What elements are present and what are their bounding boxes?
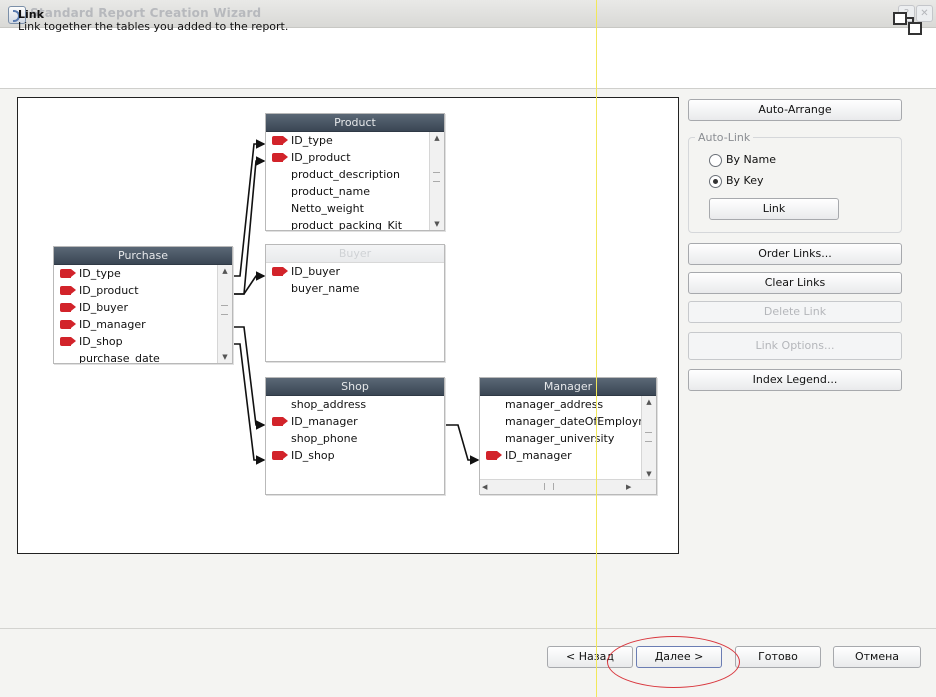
table-shop-title[interactable]: Shop bbox=[266, 378, 444, 396]
order-links-button[interactable]: Order Links... bbox=[688, 243, 902, 265]
field-shop-phone[interactable]: shop_phone bbox=[266, 430, 444, 447]
table-purchase-title[interactable]: Purchase bbox=[54, 247, 232, 265]
footer-separator bbox=[0, 628, 936, 629]
by-name-label[interactable]: By Name bbox=[726, 153, 776, 166]
clear-links-button[interactable]: Clear Links bbox=[688, 272, 902, 294]
key-icon bbox=[486, 451, 502, 460]
key-icon bbox=[272, 267, 288, 276]
table-manager-title[interactable]: Manager bbox=[480, 378, 656, 396]
finish-button[interactable]: Готово bbox=[735, 646, 821, 668]
scroll-down-icon[interactable]: ▼ bbox=[218, 351, 232, 363]
field-purchase-id-shop[interactable]: ID_shop bbox=[54, 333, 232, 350]
field-purchase-id-product[interactable]: ID_product bbox=[54, 282, 232, 299]
cancel-button[interactable]: Отмена bbox=[833, 646, 921, 668]
field-manager-address[interactable]: manager_address bbox=[480, 396, 642, 413]
key-icon bbox=[60, 286, 76, 295]
key-icon bbox=[272, 417, 288, 426]
auto-link-group-label: Auto-Link bbox=[695, 131, 754, 144]
table-product-scrollbar[interactable]: ▲ ▼ bbox=[429, 132, 444, 230]
table-purchase-scrollbar[interactable]: ▲ ▼ bbox=[217, 265, 232, 363]
field-product-netto-weight[interactable]: Netto_weight bbox=[266, 200, 444, 217]
scroll-up-icon[interactable]: ▲ bbox=[430, 132, 444, 144]
field-shop-address[interactable]: shop_address bbox=[266, 396, 444, 413]
key-icon bbox=[272, 153, 288, 162]
delete-link-button[interactable]: Delete Link bbox=[688, 301, 902, 323]
field-buyer-id-buyer[interactable]: ID_buyer bbox=[266, 263, 444, 280]
by-name-radio[interactable] bbox=[709, 154, 722, 167]
table-purchase[interactable]: Purchase ID_type ID_product ID_buyer ID_… bbox=[53, 246, 233, 364]
field-product-packing[interactable]: product_packing_Kit bbox=[266, 217, 444, 230]
field-product-description[interactable]: product_description bbox=[266, 166, 444, 183]
hscroll-thumb[interactable] bbox=[544, 483, 554, 490]
table-product-title[interactable]: Product bbox=[266, 114, 444, 132]
link-tables-icon bbox=[893, 12, 922, 35]
link-shop-manager-manager bbox=[442, 424, 480, 465]
link-purchase-buyer-buyer bbox=[232, 271, 266, 295]
scroll-right-icon[interactable]: ▶ bbox=[626, 480, 631, 494]
table-manager-hscrollbar[interactable]: ◀ ▶ bbox=[480, 479, 656, 494]
field-purchase-id-type[interactable]: ID_type bbox=[54, 265, 232, 282]
by-key-label[interactable]: By Key bbox=[726, 174, 764, 187]
field-manager-university[interactable]: manager_university bbox=[480, 430, 642, 447]
table-manager[interactable]: Manager manager_address manager_dateOfEm… bbox=[479, 377, 657, 495]
guide-line bbox=[596, 0, 597, 697]
table-product[interactable]: Product ID_type ID_product product_descr… bbox=[265, 113, 445, 231]
field-product-name[interactable]: product_name bbox=[266, 183, 444, 200]
by-key-radio[interactable] bbox=[709, 175, 722, 188]
link-button[interactable]: Link bbox=[709, 198, 839, 220]
link-purchase-product-product bbox=[232, 156, 266, 295]
next-button-highlight-circle bbox=[607, 636, 740, 688]
field-shop-id-shop[interactable]: ID_shop bbox=[266, 447, 444, 464]
scroll-thumb[interactable] bbox=[221, 305, 228, 315]
key-icon bbox=[60, 320, 76, 329]
scroll-thumb[interactable] bbox=[645, 432, 652, 442]
field-buyer-name[interactable]: buyer_name bbox=[266, 280, 444, 297]
link-options-button[interactable]: Link Options... bbox=[688, 332, 902, 360]
index-legend-button[interactable]: Index Legend... bbox=[688, 369, 902, 391]
window-title: Standard Report Creation Wizard bbox=[30, 6, 262, 20]
field-product-id-type[interactable]: ID_type bbox=[266, 132, 444, 149]
scroll-up-icon[interactable]: ▲ bbox=[642, 396, 656, 408]
field-purchase-date[interactable]: purchase_date bbox=[54, 350, 232, 363]
auto-arrange-button[interactable]: Auto-Arrange bbox=[688, 99, 902, 121]
table-manager-vscrollbar[interactable]: ▲ ▼ bbox=[641, 396, 656, 480]
field-shop-id-manager[interactable]: ID_manager bbox=[266, 413, 444, 430]
key-icon bbox=[60, 303, 76, 312]
scroll-up-icon[interactable]: ▲ bbox=[218, 265, 232, 277]
field-purchase-id-buyer[interactable]: ID_buyer bbox=[54, 299, 232, 316]
field-product-id-product[interactable]: ID_product bbox=[266, 149, 444, 166]
scroll-thumb[interactable] bbox=[433, 172, 440, 182]
table-buyer-title[interactable]: Buyer bbox=[266, 245, 444, 263]
link-diagram-canvas[interactable]: Product ID_type ID_product product_descr… bbox=[17, 97, 679, 554]
wizard-header bbox=[0, 28, 936, 89]
key-icon bbox=[60, 337, 76, 346]
field-manager-id-manager[interactable]: ID_manager bbox=[480, 447, 642, 464]
key-icon bbox=[272, 136, 288, 145]
scroll-down-icon[interactable]: ▼ bbox=[430, 218, 444, 230]
field-purchase-id-manager[interactable]: ID_manager bbox=[54, 316, 232, 333]
table-buyer[interactable]: Buyer ID_buyer buyer_name bbox=[265, 244, 445, 362]
key-icon bbox=[272, 451, 288, 460]
key-icon bbox=[60, 269, 76, 278]
table-shop[interactable]: Shop shop_address ID_manager shop_phone … bbox=[265, 377, 445, 495]
page-subtitle: Link together the tables you added to th… bbox=[18, 20, 289, 33]
field-manager-date-of-employment[interactable]: manager_dateOfEmployment bbox=[480, 413, 642, 430]
scroll-left-icon[interactable]: ◀ bbox=[482, 480, 487, 494]
